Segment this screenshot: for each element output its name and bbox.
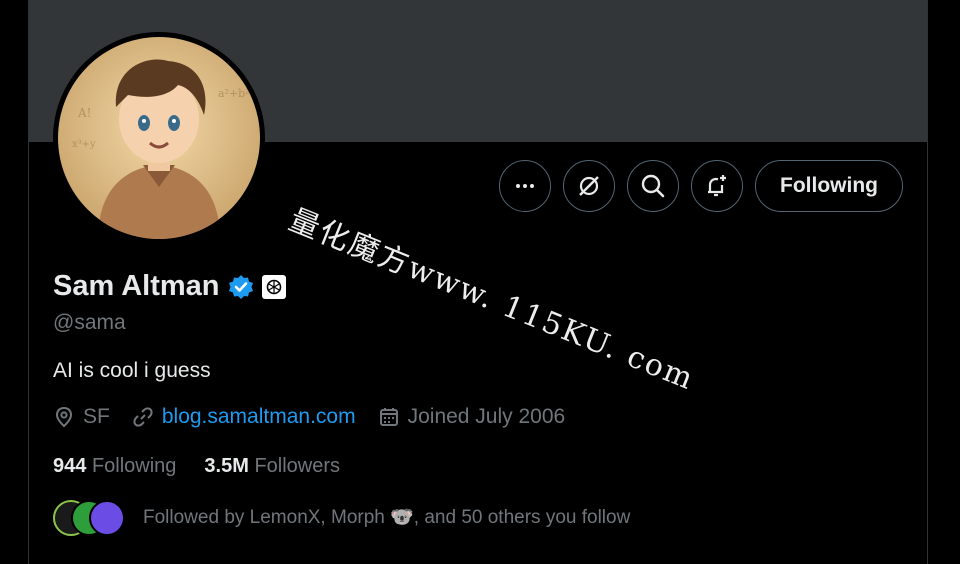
followers-count: 3.5M [204,455,249,477]
following-button[interactable]: Following [755,160,903,212]
profile-handle: @sama [53,311,126,334]
grok-icon [579,176,599,196]
affiliate-badge[interactable] [261,274,286,299]
location-item: SF [53,405,110,429]
followed-by-row[interactable]: Followed by LemonX, Morph 🐨, and 50 othe… [53,500,631,536]
profile-bio: AI is cool i guess [53,359,211,382]
svg-text:a²+b²: a²+b² [218,87,250,100]
more-button[interactable] [499,160,552,212]
website-item: blog.samaltman.com [132,405,356,429]
following-stat[interactable]: 944 Following [53,455,176,478]
profile-name: Sam Altman [53,270,220,302]
followers-stat[interactable]: 3.5M Followers [204,455,340,478]
bell-plus-icon [708,175,727,197]
link-icon [133,407,153,427]
followers-label: Followers [254,455,341,477]
following-count: 944 [53,455,87,477]
website-link[interactable]: blog.samaltman.com [162,405,356,429]
svg-text:A!: A! [77,106,92,120]
profile-stats: 944 Following 3.5M Followers [53,455,368,478]
profile-avatar-ring[interactable]: A! a²+b² x³+y [53,32,265,244]
joined-item: Joined July 2006 [378,405,566,429]
search-button[interactable] [627,160,680,212]
follower-avatar [89,500,125,536]
svg-text:x³+y: x³+y [72,139,96,150]
grok-button[interactable] [563,160,616,212]
more-icon [516,184,535,188]
location-text: SF [83,405,110,428]
profile-meta: SF blog.samaltman.com Joined July 2006 [53,405,587,429]
followed-by-avatars [53,500,133,536]
following-label: Following [91,455,177,477]
profile-avatar[interactable]: A! a²+b² x³+y [58,37,260,239]
verified-badge-icon[interactable] [228,274,254,300]
notify-button[interactable] [691,160,744,212]
search-icon [641,174,665,198]
location-pin-icon [55,406,73,428]
openai-logo-icon [266,279,281,294]
joined-text: Joined July 2006 [407,405,566,428]
profile-actions: Following [499,160,903,212]
profile-name-row: Sam Altman [53,270,286,303]
followed-by-text: Followed by LemonX, Morph 🐨, and 50 othe… [143,507,631,528]
calendar-icon [379,408,398,426]
